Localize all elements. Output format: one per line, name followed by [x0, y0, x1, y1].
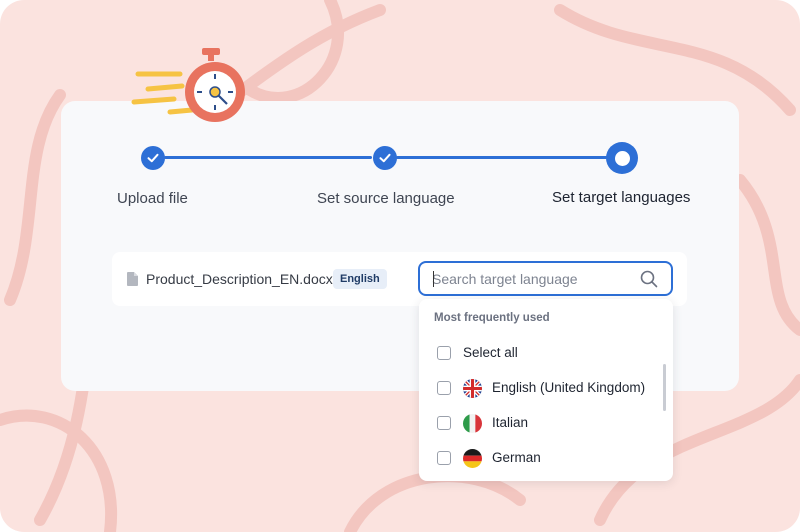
- option-label: Italian: [492, 415, 529, 430]
- target-language-search[interactable]: [418, 261, 673, 296]
- step-3-current-icon: [606, 142, 638, 174]
- dropdown-scrollbar[interactable]: [663, 364, 666, 411]
- stopwatch-illustration: [131, 48, 245, 122]
- italy-flag-icon: [463, 414, 482, 433]
- option-italian[interactable]: Italian: [437, 414, 657, 435]
- file-name: Product_Description_EN.docx: [146, 271, 333, 287]
- source-language-badge: English: [333, 269, 387, 289]
- progress-line-1: [164, 156, 372, 159]
- option-english-uk[interactable]: English (United Kingdom): [437, 379, 657, 400]
- dropdown-heading: Most frequently used: [434, 312, 550, 324]
- germany-flag-icon: [463, 449, 482, 468]
- step-label-set-target-languages: Set target languages: [552, 189, 691, 206]
- text-cursor: [433, 271, 434, 287]
- checkmark-icon: [379, 153, 391, 163]
- option-select-all[interactable]: Select all: [437, 345, 657, 365]
- document-icon: [127, 272, 138, 286]
- language-dropdown: Most frequently used Select all English …: [419, 299, 673, 481]
- checkbox[interactable]: [437, 381, 451, 395]
- option-label: German: [492, 450, 541, 465]
- option-label: Select all: [463, 345, 518, 360]
- step-label-set-source-language: Set source language: [317, 190, 455, 207]
- progress-line-2: [396, 156, 608, 159]
- search-icon[interactable]: [640, 270, 658, 288]
- uk-flag-icon: [463, 379, 482, 398]
- step-1-complete-icon: [141, 146, 165, 170]
- search-input[interactable]: [432, 263, 632, 294]
- step-2-complete-icon: [373, 146, 397, 170]
- checkmark-icon: [147, 153, 159, 163]
- checkbox[interactable]: [437, 346, 451, 360]
- checkbox[interactable]: [437, 451, 451, 465]
- option-german[interactable]: German: [437, 449, 657, 470]
- checkbox[interactable]: [437, 416, 451, 430]
- option-label: English (United Kingdom): [492, 380, 646, 395]
- step-label-upload-file: Upload file: [117, 190, 188, 207]
